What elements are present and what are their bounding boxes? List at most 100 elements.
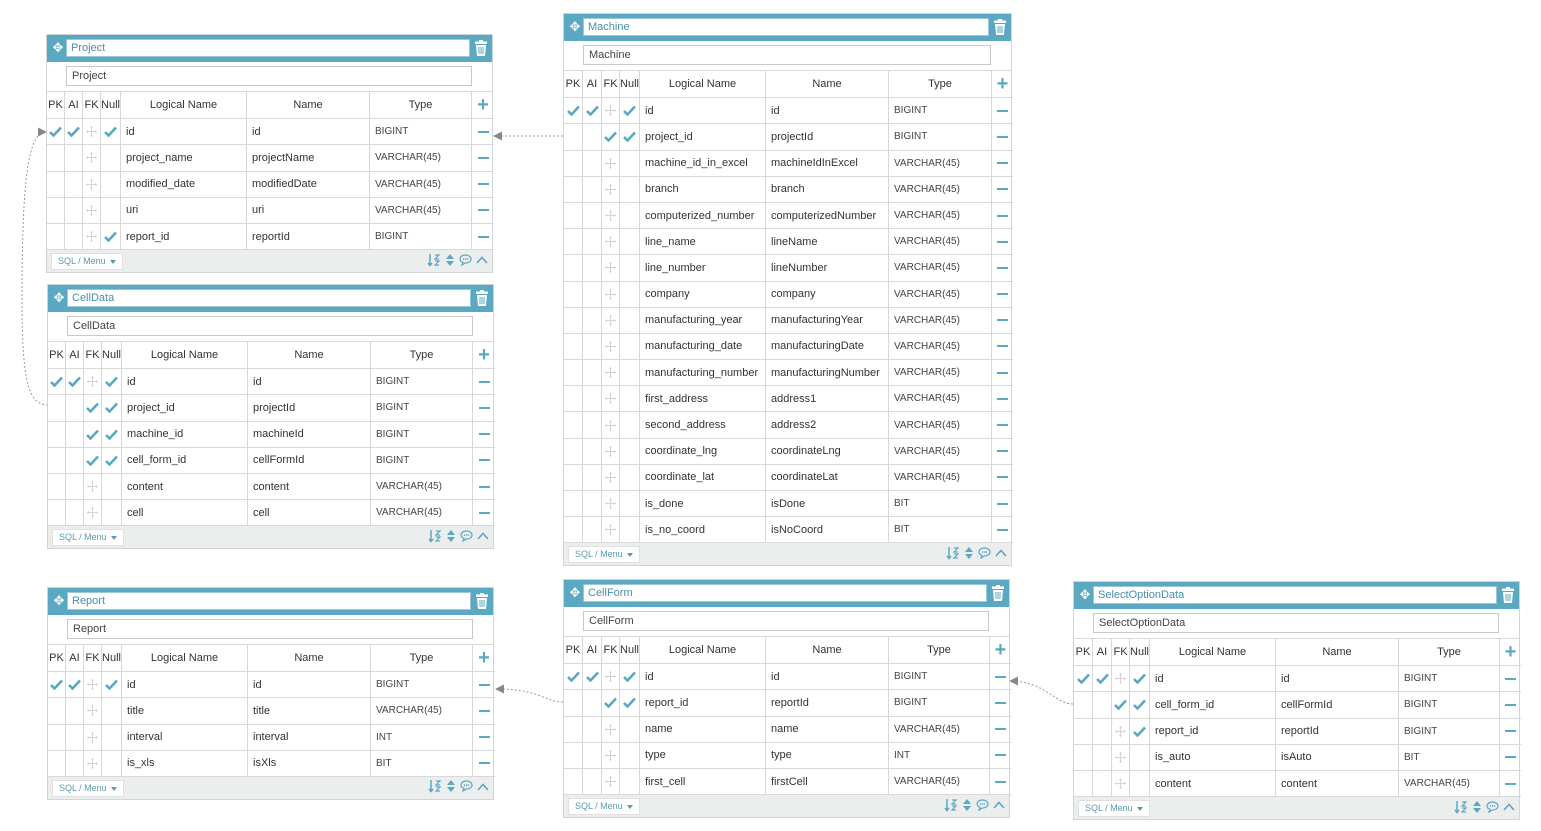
ai-cell[interactable] — [583, 742, 602, 769]
column-name-cell[interactable]: address1 — [766, 386, 889, 413]
null-cell[interactable] — [620, 491, 640, 518]
logical-name-cell[interactable]: content — [122, 473, 248, 501]
drag-handle-icon[interactable] — [87, 679, 98, 691]
logical-name-cell[interactable]: is_done — [640, 491, 766, 518]
fk-cell[interactable] — [84, 500, 102, 527]
reorder-icon[interactable] — [445, 253, 455, 269]
column-name-cell[interactable]: firstCell — [766, 768, 889, 796]
column-name-cell[interactable]: cellFormId — [248, 447, 371, 474]
type-cell[interactable]: BIGINT — [370, 223, 472, 251]
ai-cell[interactable] — [66, 421, 84, 448]
table-title-input[interactable]: Machine — [583, 18, 989, 36]
null-cell[interactable] — [620, 176, 640, 203]
type-cell[interactable]: VARCHAR(45) — [889, 307, 992, 334]
column-name-cell[interactable]: title — [248, 698, 371, 725]
column-name-cell[interactable]: cellFormId — [1276, 692, 1399, 719]
remove-column-icon[interactable] — [997, 188, 1008, 191]
ai-cell[interactable] — [583, 333, 602, 361]
pk-cell[interactable] — [564, 517, 583, 544]
null-cell[interactable] — [620, 768, 640, 796]
drag-handle-icon[interactable] — [605, 105, 616, 117]
drag-handle-icon[interactable] — [87, 731, 98, 743]
null-cell[interactable] — [101, 197, 121, 224]
drag-handle-icon[interactable] — [1115, 673, 1126, 685]
pk-cell[interactable] — [564, 255, 583, 282]
null-cell[interactable] — [101, 223, 121, 251]
fk-cell[interactable] — [602, 176, 620, 203]
fk-cell[interactable] — [84, 473, 102, 501]
column-name-cell[interactable]: name — [766, 716, 889, 743]
logical-name-cell[interactable]: project_id — [640, 124, 766, 151]
null-cell[interactable] — [102, 395, 122, 422]
table-header[interactable]: ✥ CellData — [48, 285, 493, 312]
column-name-cell[interactable]: manufacturingYear — [766, 307, 889, 334]
fk-cell[interactable] — [602, 386, 620, 413]
ai-cell[interactable] — [66, 750, 84, 777]
reorder-icon[interactable] — [964, 546, 974, 562]
type-cell[interactable]: VARCHAR(45) — [889, 333, 992, 361]
drag-handle-icon[interactable] — [605, 262, 616, 274]
null-cell[interactable] — [620, 360, 640, 387]
null-cell[interactable] — [620, 412, 640, 439]
column-name-cell[interactable]: cell — [248, 500, 371, 527]
logical-name-cell[interactable]: company — [640, 281, 766, 308]
drag-handle-icon[interactable] — [605, 393, 616, 405]
pk-cell[interactable] — [564, 176, 583, 203]
remove-column-icon[interactable] — [478, 762, 490, 765]
ai-cell[interactable] — [583, 150, 602, 177]
fk-cell[interactable] — [602, 307, 620, 334]
remove-column-icon[interactable] — [1505, 730, 1516, 733]
logical-name-cell[interactable]: id — [1150, 666, 1276, 693]
remove-column-icon[interactable] — [997, 397, 1008, 400]
pk-cell[interactable] — [47, 119, 65, 146]
logical-name-cell[interactable]: branch — [640, 176, 766, 203]
ai-cell[interactable] — [583, 491, 602, 518]
table-header[interactable]: ✥ CellForm — [564, 580, 1009, 607]
logical-name-cell[interactable]: coordinate_lat — [640, 464, 766, 491]
drag-handle-icon[interactable] — [605, 314, 616, 326]
pk-cell[interactable] — [47, 171, 65, 198]
remove-column-icon[interactable] — [997, 319, 1008, 322]
null-cell[interactable] — [1130, 692, 1150, 719]
logical-name-cell[interactable]: manufacturing_number — [640, 360, 766, 387]
pk-cell[interactable] — [1074, 692, 1093, 719]
type-cell[interactable]: INT — [371, 724, 473, 751]
type-cell[interactable]: BIGINT — [371, 672, 473, 699]
drag-handle-icon[interactable] — [86, 204, 97, 216]
drag-handle-icon[interactable] — [605, 723, 616, 735]
null-cell[interactable] — [102, 447, 122, 474]
type-cell[interactable]: INT — [889, 742, 990, 769]
fk-cell[interactable] — [602, 98, 620, 125]
ai-cell[interactable] — [583, 690, 602, 717]
logical-name-cell[interactable]: report_id — [121, 223, 247, 251]
pk-cell[interactable] — [564, 464, 583, 491]
add-column-icon[interactable]: + — [478, 648, 490, 668]
null-cell[interactable] — [102, 750, 122, 777]
pk-cell[interactable] — [48, 672, 66, 699]
sql-menu-button[interactable]: SQL / Menu — [568, 798, 640, 816]
sort-icon[interactable] — [944, 798, 958, 815]
sql-menu-button[interactable]: SQL / Menu — [1078, 800, 1150, 818]
null-cell[interactable] — [620, 716, 640, 743]
ai-cell[interactable] — [65, 223, 83, 251]
logical-name-cell[interactable]: id — [122, 369, 248, 396]
type-cell[interactable]: BIGINT — [889, 124, 992, 151]
collapse-icon[interactable] — [1503, 802, 1515, 814]
sort-icon[interactable] — [428, 529, 442, 546]
drag-handle-icon[interactable] — [1115, 751, 1126, 763]
ai-cell[interactable] — [66, 724, 84, 751]
null-cell[interactable] — [620, 150, 640, 177]
pk-cell[interactable] — [48, 447, 66, 474]
null-cell[interactable] — [620, 438, 640, 465]
collapse-icon[interactable] — [476, 255, 488, 267]
ai-cell[interactable] — [583, 438, 602, 465]
logical-name-cell[interactable]: computerized_number — [640, 202, 766, 230]
null-cell[interactable] — [620, 742, 640, 769]
add-column-icon[interactable]: + — [478, 345, 490, 365]
sql-menu-button[interactable]: SQL / Menu — [568, 546, 640, 564]
type-cell[interactable]: BIGINT — [1399, 692, 1500, 719]
drag-handle-icon[interactable] — [86, 126, 97, 138]
sql-menu-button[interactable]: SQL / Menu — [51, 253, 123, 271]
drag-handle-icon[interactable] — [605, 776, 616, 788]
drag-handle-icon[interactable] — [605, 288, 616, 300]
